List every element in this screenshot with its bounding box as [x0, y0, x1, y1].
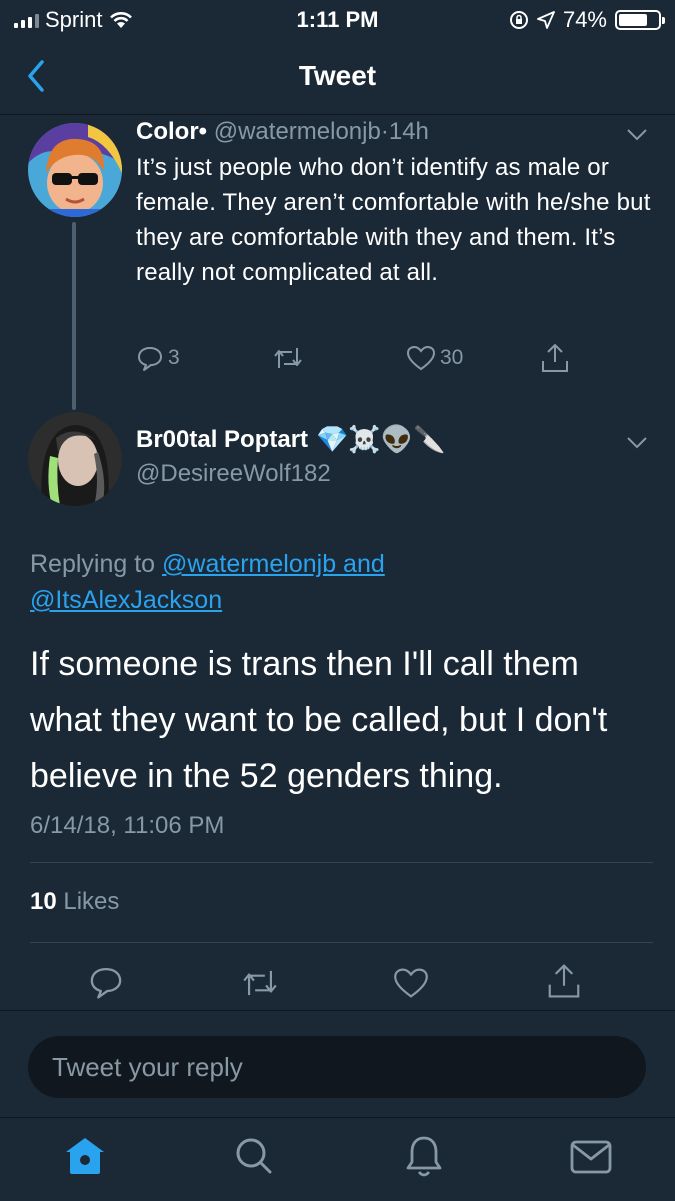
reply-count: 3	[168, 346, 180, 369]
reply-placeholder: Tweet your reply	[52, 1052, 243, 1082]
reply-input[interactable]: Tweet your reply	[28, 1036, 646, 1098]
like-button[interactable]: 30	[406, 344, 463, 372]
heart-icon	[394, 968, 428, 998]
likes-count: 10	[30, 888, 57, 915]
tab-home[interactable]	[64, 1136, 106, 1176]
home-icon	[66, 1138, 104, 1174]
mail-icon	[570, 1140, 612, 1174]
tweet-menu-button[interactable]	[626, 436, 648, 450]
handle[interactable]: @DesireeWolf182	[136, 460, 331, 488]
tweet-timestamp: 6/14/18, 11:06 PM	[30, 812, 225, 839]
main-tweet-actions	[0, 960, 675, 1011]
parent-tweet-header: Color• @watermelonjb·14h	[136, 118, 429, 146]
divider	[30, 862, 653, 863]
thread-connector	[72, 222, 76, 410]
likes-summary[interactable]: 10 Likes	[30, 888, 119, 916]
handle[interactable]: @watermelonjb	[214, 118, 381, 145]
name-emoji: 💎☠️👽🔪	[316, 424, 446, 454]
retweet-button[interactable]	[272, 344, 304, 372]
tab-bar	[0, 1117, 675, 1201]
parent-tweet-text: It’s just people who don’t identify as m…	[136, 154, 651, 286]
tweet-menu-button[interactable]	[626, 128, 648, 142]
display-name[interactable]: Color•	[136, 118, 207, 145]
reply-mention-link[interactable]: @watermelonjb and	[162, 550, 385, 578]
reply-icon	[138, 347, 162, 371]
share-button[interactable]	[546, 962, 582, 1000]
share-button[interactable]	[540, 342, 570, 374]
reply-button[interactable]	[88, 964, 124, 1000]
separator: ·	[380, 118, 389, 145]
rotation-lock-icon	[509, 11, 528, 29]
replying-to: Replying to @watermelonjb and @ItsAlexJa…	[30, 546, 650, 618]
tab-notifications[interactable]	[404, 1134, 444, 1178]
avatar-watermelonjb[interactable]	[28, 123, 122, 217]
location-icon	[537, 11, 555, 29]
tab-messages[interactable]	[570, 1140, 612, 1174]
retweet-icon	[274, 348, 302, 368]
heart-icon	[406, 345, 436, 371]
share-icon	[542, 344, 568, 372]
battery-icon	[615, 10, 665, 30]
status-bar: Sprint 1:11 PM 74%	[0, 0, 675, 40]
divider	[30, 942, 653, 943]
parent-tweet-actions: 3 30	[136, 342, 606, 382]
tweet-age: 14h	[388, 118, 429, 145]
reply-icon	[90, 967, 122, 999]
like-count: 30	[440, 346, 464, 369]
chevron-down-icon	[627, 437, 647, 449]
battery-percent: 74%	[562, 7, 607, 32]
share-icon	[548, 964, 580, 998]
reply-button[interactable]: 3	[136, 344, 180, 372]
page-title: Tweet	[298, 60, 377, 91]
main-tweet-text: If someone is trans then I'll call them …	[30, 645, 608, 795]
retweet-button[interactable]	[240, 966, 280, 1000]
display-name[interactable]: Br00tal Poptart	[136, 426, 308, 454]
nav-bar: Tweet	[0, 40, 675, 115]
reply-mention-link[interactable]: @ItsAlexJackson	[30, 586, 222, 614]
reply-composer: Tweet your reply	[0, 1022, 675, 1117]
like-button[interactable]	[392, 966, 430, 1000]
tab-search[interactable]	[234, 1136, 274, 1176]
likes-label: Likes	[63, 888, 120, 915]
avatar-desireewolf182[interactable]	[28, 412, 122, 506]
main-tweet-name-row: Br00tal Poptart 💎☠️👽🔪	[136, 424, 446, 455]
status-right: 74%	[509, 7, 665, 33]
chevron-down-icon	[627, 129, 647, 141]
search-icon	[236, 1138, 272, 1174]
retweet-icon	[243, 970, 277, 996]
replying-prefix: Replying to	[30, 550, 156, 578]
bell-icon	[406, 1136, 442, 1177]
